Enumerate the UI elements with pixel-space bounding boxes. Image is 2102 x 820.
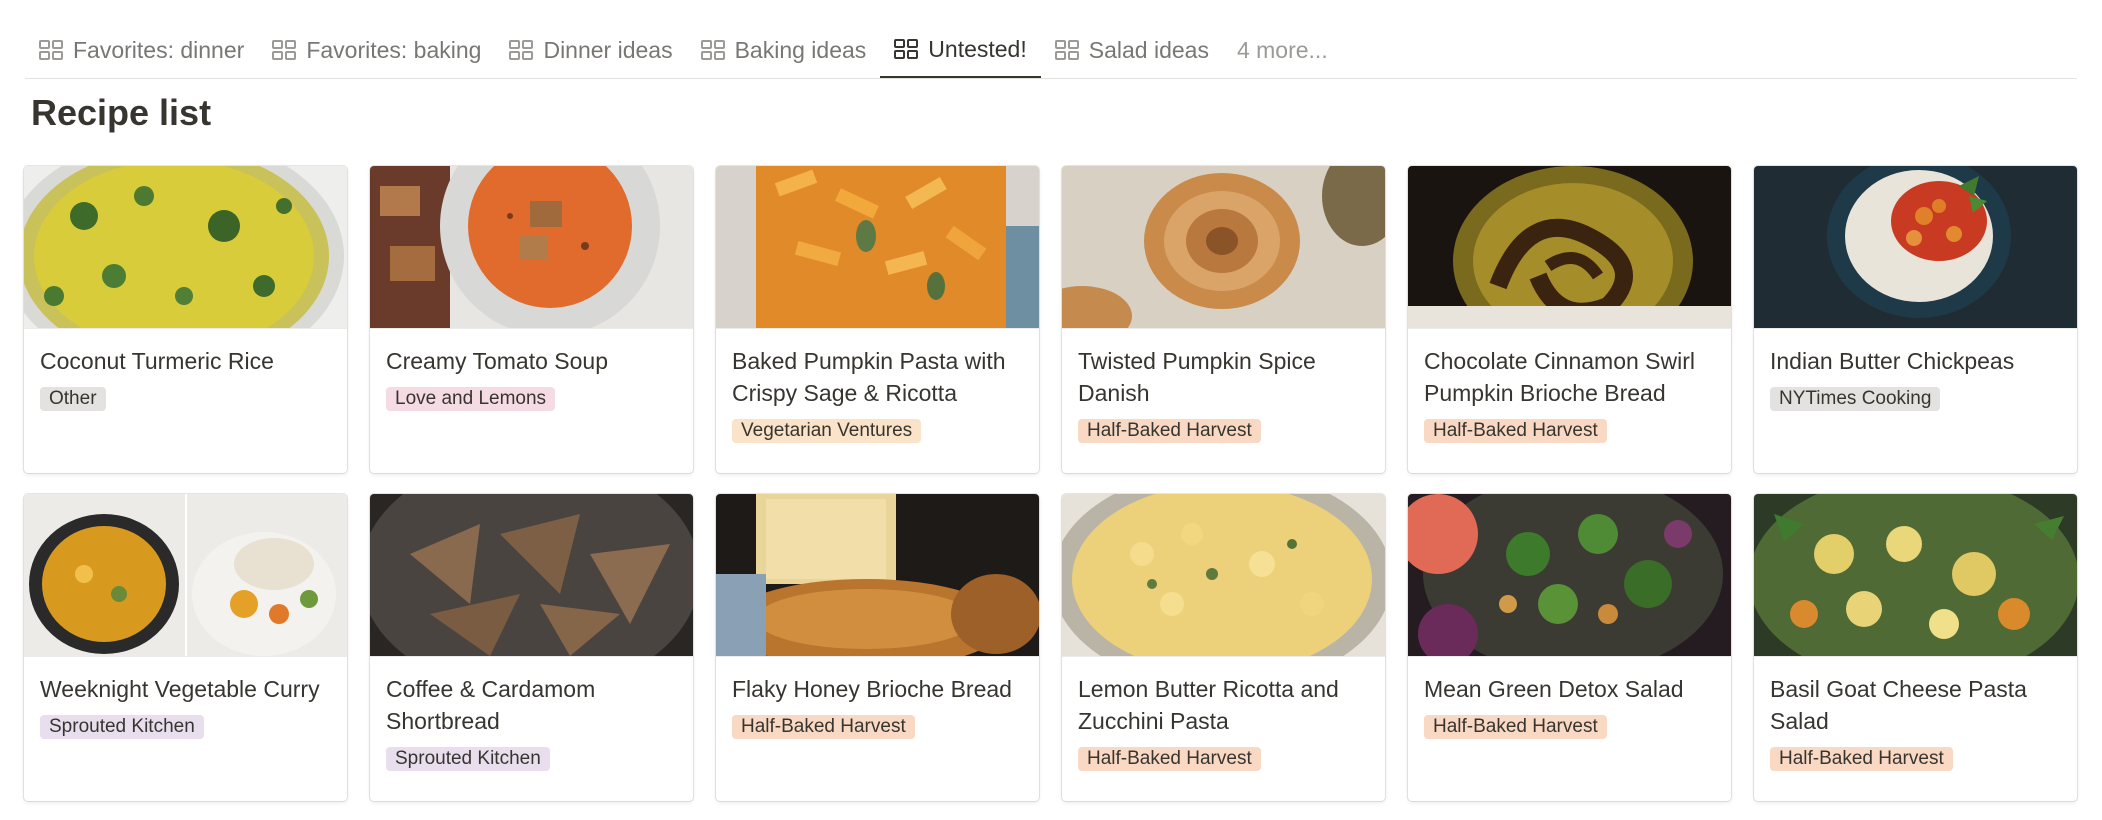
view-tabs: Favorites: dinner Favorites: baking Dinn… xyxy=(25,22,2077,79)
tab-favorites-baking[interactable]: Favorites: baking xyxy=(258,22,495,78)
source-tag: Sprouted Kitchen xyxy=(386,747,550,771)
tomato-soup-photo xyxy=(370,166,693,329)
recipe-card[interactable]: Chocolate Cinnamon Swirl Pumpkin Brioche… xyxy=(1408,166,1731,473)
recipe-card[interactable]: Twisted Pumpkin Spice Danish Half-Baked … xyxy=(1062,166,1385,473)
gallery-icon xyxy=(39,40,63,60)
detox-salad-photo xyxy=(1408,494,1731,657)
source-tag: Half-Baked Harvest xyxy=(732,715,915,739)
recipe-title: Twisted Pumpkin Spice Danish xyxy=(1078,348,1316,406)
tab-label: Dinner ideas xyxy=(543,36,673,63)
source-tag: NYTimes Cooking xyxy=(1770,387,1941,411)
vegetable-curry-photo xyxy=(24,494,347,657)
pumpkin-danish-photo xyxy=(1062,166,1385,329)
recipe-card[interactable]: Creamy Tomato Soup Love and Lemons xyxy=(370,166,693,473)
source-tag: Half-Baked Harvest xyxy=(1078,747,1261,771)
more-views-label: 4 more... xyxy=(1236,36,1328,63)
recipe-title: Baked Pumpkin Pasta with Crispy Sage & R… xyxy=(732,348,1006,406)
recipe-card[interactable]: Coconut Turmeric Rice Other xyxy=(24,166,347,473)
gallery-icon xyxy=(509,40,534,60)
gallery-icon xyxy=(894,39,919,59)
source-tag: Love and Lemons xyxy=(386,387,556,411)
gallery-icon xyxy=(700,40,725,60)
source-tag: Half-Baked Harvest xyxy=(1424,419,1607,443)
tab-label: Salad ideas xyxy=(1088,36,1209,63)
source-tag: Half-Baked Harvest xyxy=(1078,419,1261,443)
tab-label: Favorites: baking xyxy=(306,36,482,63)
recipe-title: Weeknight Vegetable Curry xyxy=(40,676,320,702)
recipe-card[interactable]: Lemon Butter Ricotta and Zucchini Pasta … xyxy=(1062,494,1385,801)
tab-label: Favorites: dinner xyxy=(73,36,245,63)
tab-favorites-dinner[interactable]: Favorites: dinner xyxy=(25,22,258,78)
zucchini-pasta-photo xyxy=(1062,494,1385,657)
source-tag: Half-Baked Harvest xyxy=(1424,715,1607,739)
recipe-title: Coffee & Cardamom Shortbread xyxy=(386,676,596,734)
recipe-card[interactable]: Coffee & Cardamom Shortbread Sprouted Ki… xyxy=(370,494,693,801)
more-views-button[interactable]: 4 more... xyxy=(1223,22,1342,78)
tab-dinner-ideas[interactable]: Dinner ideas xyxy=(495,22,686,78)
butter-chickpeas-photo xyxy=(1754,166,2077,329)
shortbread-photo xyxy=(370,494,693,657)
honey-brioche-photo xyxy=(716,494,1039,657)
recipe-gallery: Coconut Turmeric Rice Other Creamy Tomat… xyxy=(24,166,2077,801)
page-title: Recipe list xyxy=(31,92,212,133)
recipe-title: Mean Green Detox Salad xyxy=(1424,676,1684,702)
recipe-card[interactable]: Mean Green Detox Salad Half-Baked Harves… xyxy=(1408,494,1731,801)
recipe-title: Lemon Butter Ricotta and Zucchini Pasta xyxy=(1078,676,1339,734)
source-tag: Vegetarian Ventures xyxy=(732,419,922,443)
turmeric-rice-photo xyxy=(24,166,347,329)
tab-untested[interactable]: Untested! xyxy=(880,22,1041,78)
recipe-title: Indian Butter Chickpeas xyxy=(1770,348,2015,374)
recipe-title: Coconut Turmeric Rice xyxy=(40,348,274,374)
pasta-salad-photo xyxy=(1754,494,2077,657)
tab-label: Untested! xyxy=(928,35,1027,62)
brioche-bread-photo xyxy=(1408,166,1731,329)
recipe-card[interactable]: Baked Pumpkin Pasta with Crispy Sage & R… xyxy=(716,166,1039,473)
recipe-title: Creamy Tomato Soup xyxy=(386,348,609,374)
source-tag: Other xyxy=(40,387,106,411)
recipe-title: Basil Goat Cheese Pasta Salad xyxy=(1770,676,2027,734)
recipe-card[interactable]: Weeknight Vegetable Curry Sprouted Kitch… xyxy=(24,494,347,801)
tab-label: Baking ideas xyxy=(734,36,867,63)
pumpkin-pasta-photo xyxy=(716,166,1039,329)
gallery-icon xyxy=(1054,40,1079,60)
gallery-icon xyxy=(272,40,297,60)
source-tag: Sprouted Kitchen xyxy=(40,715,204,739)
recipe-card[interactable]: Flaky Honey Brioche Bread Half-Baked Har… xyxy=(716,494,1039,801)
recipe-title: Flaky Honey Brioche Bread xyxy=(732,676,1012,702)
tab-baking-ideas[interactable]: Baking ideas xyxy=(687,22,881,78)
source-tag: Half-Baked Harvest xyxy=(1770,747,1953,771)
tab-salad-ideas[interactable]: Salad ideas xyxy=(1041,22,1223,78)
recipe-card[interactable]: Indian Butter Chickpeas NYTimes Cooking xyxy=(1754,166,2077,473)
recipe-title: Chocolate Cinnamon Swirl Pumpkin Brioche… xyxy=(1424,348,1696,406)
recipe-card[interactable]: Basil Goat Cheese Pasta Salad Half-Baked… xyxy=(1754,494,2077,801)
